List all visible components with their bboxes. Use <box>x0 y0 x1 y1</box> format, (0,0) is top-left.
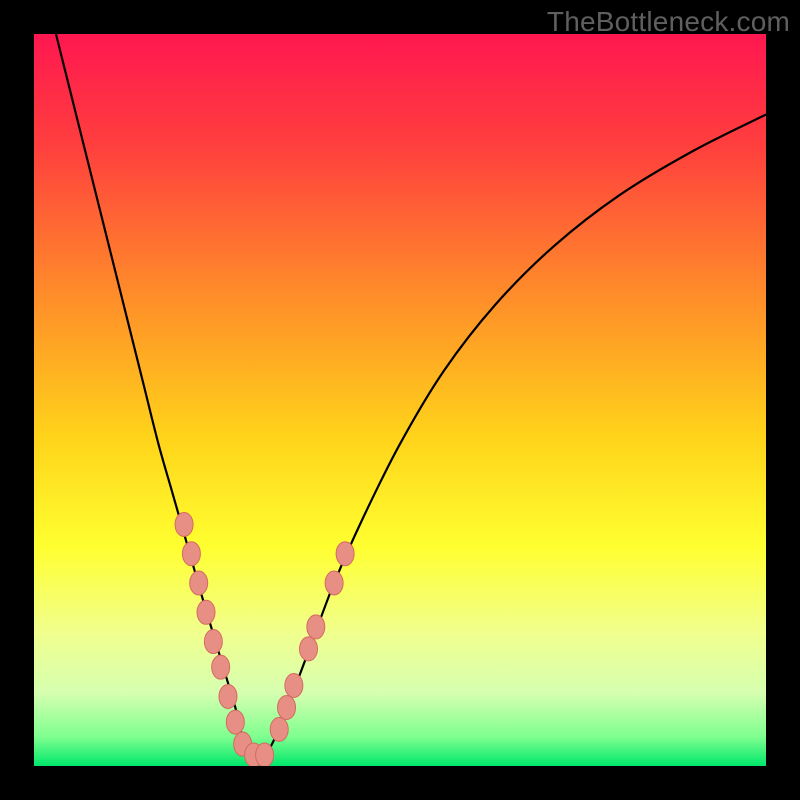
data-marker <box>300 637 318 661</box>
data-marker <box>175 512 193 536</box>
data-marker <box>270 717 288 741</box>
data-marker <box>336 542 354 566</box>
data-marker <box>197 600 215 624</box>
watermark-text: TheBottleneck.com <box>547 6 790 38</box>
data-marker <box>219 684 237 708</box>
data-marker <box>325 571 343 595</box>
data-marker <box>226 710 244 734</box>
data-marker <box>285 673 303 697</box>
gradient-background <box>34 34 766 766</box>
chart-frame: TheBottleneck.com <box>0 0 800 800</box>
data-marker <box>278 695 296 719</box>
data-marker <box>190 571 208 595</box>
data-marker <box>212 655 230 679</box>
data-marker <box>204 630 222 654</box>
chart-canvas <box>34 34 766 766</box>
plot-area <box>34 34 766 766</box>
data-marker <box>182 542 200 566</box>
data-marker <box>256 743 274 766</box>
data-marker <box>307 615 325 639</box>
